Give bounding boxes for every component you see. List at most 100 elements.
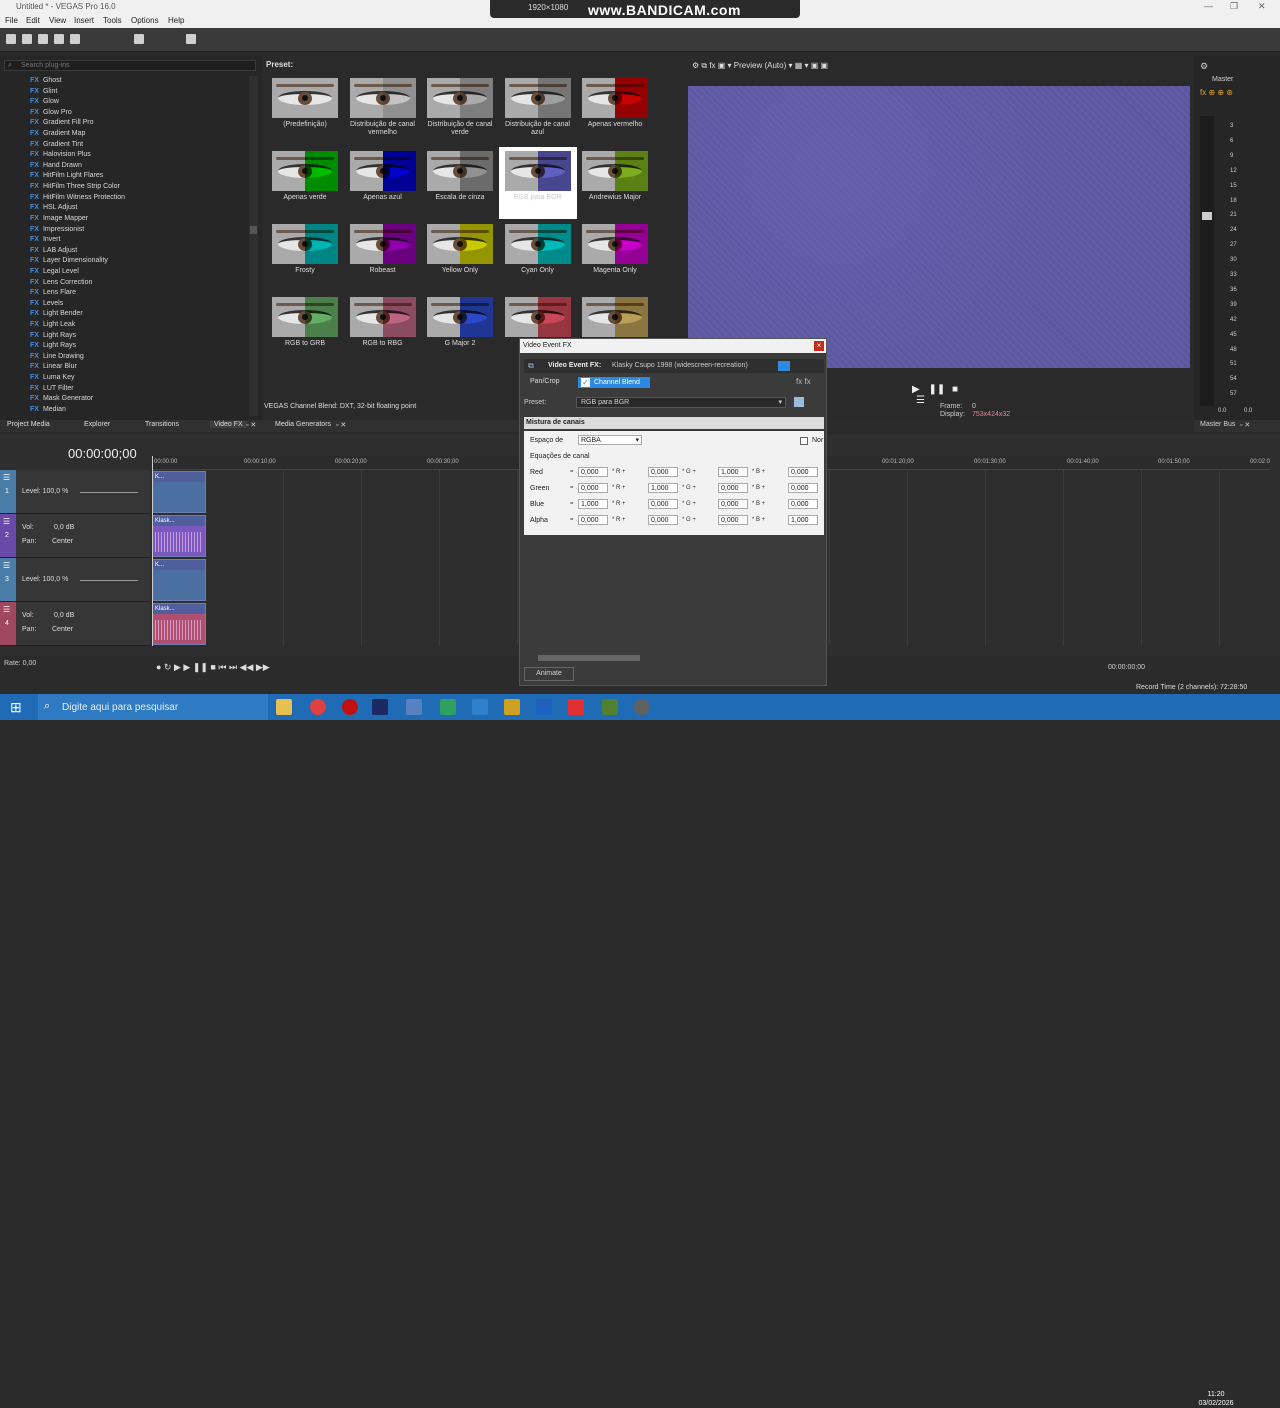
preset-thumbnail[interactable]: Apenas azul: [344, 147, 422, 219]
taskbar-search[interactable]: ⌕ Digite aqui para pesquisar: [38, 694, 268, 720]
close-icon[interactable]: ▫ ✕: [1240, 421, 1250, 429]
plugin-item[interactable]: FX Gradient Tint: [30, 140, 245, 151]
app-icon[interactable]: [536, 699, 552, 715]
record-app-icon[interactable]: [342, 699, 358, 715]
checkbox-icon[interactable]: ✓: [581, 378, 590, 387]
plugin-item[interactable]: FX Legal Level: [30, 267, 245, 278]
app-icon[interactable]: [440, 699, 456, 715]
tab-explorer[interactable]: Explorer: [84, 421, 110, 428]
preset-thumbnail[interactable]: G Major 2: [421, 293, 499, 365]
plugin-item[interactable]: FX Line Drawing: [30, 352, 245, 363]
track-header[interactable]: ☰ 3 Level: 100,0 %: [0, 558, 150, 602]
menu-icon[interactable]: ☰: [916, 395, 925, 406]
chain-pan-crop[interactable]: Pan/Crop: [530, 378, 560, 385]
plugin-item[interactable]: FX Ghost: [30, 76, 245, 87]
coefficient-input[interactable]: 0,000: [578, 483, 608, 493]
close-button[interactable]: ✕: [1258, 1, 1266, 12]
settings-icon[interactable]: [634, 699, 650, 715]
fader-handle[interactable]: [1202, 212, 1212, 220]
preset-thumbnail[interactable]: Yellow Only: [421, 220, 499, 292]
coefficient-input[interactable]: 0,000: [648, 467, 678, 477]
pause-icon[interactable]: ❚❚: [928, 384, 945, 395]
new-icon[interactable]: [6, 34, 16, 44]
app-icon[interactable]: [472, 699, 488, 715]
menu-help[interactable]: Help: [168, 16, 184, 25]
plugin-item[interactable]: FX Light Leak: [30, 320, 245, 331]
taskbar-clock[interactable]: 11:20 03/02/2026: [1198, 1390, 1234, 1408]
chain-channel-blend[interactable]: ✓ Channel Blend: [578, 377, 650, 388]
menu-edit[interactable]: Edit: [26, 16, 40, 25]
plugin-item[interactable]: FX Gradient Fill Pro: [30, 118, 245, 129]
preview-mode[interactable]: Preview (Auto): [734, 61, 786, 70]
plugin-item[interactable]: FX Halovision Plus: [30, 150, 245, 161]
preset-thumbnail[interactable]: Distribuição de canal azul: [499, 74, 577, 146]
plugin-item[interactable]: FX LAB Adjust: [30, 246, 245, 257]
coefficient-input[interactable]: 0,000: [648, 515, 678, 525]
plugin-item[interactable]: FX Glow Pro: [30, 108, 245, 119]
save-preset-icon[interactable]: [794, 397, 804, 407]
plugin-item[interactable]: FX HitFilm Light Flares: [30, 171, 245, 182]
plugin-item[interactable]: FX Lens Flare: [30, 288, 245, 299]
preset-thumbnail[interactable]: Escala de cinza: [421, 147, 499, 219]
fx-add-icon[interactable]: fx fx: [796, 377, 811, 386]
coefficient-input[interactable]: 0,000: [578, 515, 608, 525]
maximize-button[interactable]: ❐: [1230, 1, 1238, 12]
coefficient-input[interactable]: 0,000: [718, 515, 748, 525]
normalize-checkbox[interactable]: [800, 437, 808, 445]
scroll-thumb[interactable]: [250, 226, 257, 234]
close-icon[interactable]: ▫ ✕: [336, 421, 346, 429]
timeline-clip[interactable]: Klask...: [152, 515, 206, 557]
plugin-item[interactable]: FX Median: [30, 405, 245, 416]
file-explorer-icon[interactable]: [276, 699, 292, 715]
preset-thumbnail[interactable]: Apenas vermelho: [576, 74, 654, 146]
preset-thumbnail[interactable]: Frosty: [266, 220, 344, 292]
app-icon[interactable]: [504, 699, 520, 715]
stop-icon[interactable]: ■: [952, 384, 958, 395]
vegas-icon[interactable]: [372, 699, 388, 715]
plugin-item[interactable]: FX HitFilm Witness Protection: [30, 193, 245, 204]
coefficient-input[interactable]: 0,000: [788, 483, 818, 493]
preset-thumbnail[interactable]: Andrewius Major: [576, 147, 654, 219]
tab-media-generators[interactable]: Media Generators: [275, 421, 331, 428]
menu-view[interactable]: View: [49, 16, 66, 25]
plugin-item[interactable]: FX HSL Adjust: [30, 203, 245, 214]
plugin-item[interactable]: FX Invert: [30, 235, 245, 246]
menu-options[interactable]: Options: [131, 16, 159, 25]
coefficient-input[interactable]: 0,000: [718, 499, 748, 509]
plugin-item[interactable]: FX Gradient Map: [30, 129, 245, 140]
play-icon[interactable]: ▶: [912, 384, 920, 395]
plugin-item[interactable]: FX Hand Drawn: [30, 161, 245, 172]
save-as-icon[interactable]: [54, 34, 64, 44]
space-select[interactable]: RGBA ▾: [578, 435, 642, 445]
coefficient-input[interactable]: 0,000: [648, 499, 678, 509]
undo-icon[interactable]: [134, 34, 144, 44]
chrome-icon[interactable]: [310, 699, 326, 715]
coefficient-input[interactable]: 0,000: [788, 499, 818, 509]
plugin-item[interactable]: FX Glow: [30, 97, 245, 108]
plugin-scrollbar[interactable]: [249, 76, 258, 416]
menu-icon[interactable]: ☰: [3, 605, 10, 614]
preset-thumbnail[interactable]: (Predefinição): [266, 74, 344, 146]
timeline-clip[interactable]: K...: [152, 559, 206, 601]
app-icon[interactable]: [406, 699, 422, 715]
preset-thumbnail[interactable]: Apenas verde: [266, 147, 344, 219]
save-icon[interactable]: [38, 34, 48, 44]
open-icon[interactable]: [22, 34, 32, 44]
tab-video-fx[interactable]: Video FX: [210, 421, 247, 428]
playhead[interactable]: [152, 456, 153, 646]
menu-icon[interactable]: ☰: [3, 473, 10, 482]
menu-icon[interactable]: ☰: [3, 561, 10, 570]
track-header[interactable]: ☰ 4 Vol: 0,0 dB Pan: Center: [0, 602, 150, 646]
plugin-item[interactable]: FX Luma Key: [30, 373, 245, 384]
preset-select[interactable]: RGB para BGR ▾: [576, 397, 786, 408]
timeline-clip[interactable]: K...: [152, 471, 206, 513]
preset-thumbnail[interactable]: Cyan Only: [499, 220, 577, 292]
preset-thumbnail[interactable]: RGB para BGR: [498, 147, 577, 219]
level-slider[interactable]: [80, 492, 138, 493]
plugin-item[interactable]: FX LUT Filter: [30, 384, 245, 395]
menu-insert[interactable]: Insert: [74, 16, 94, 25]
animate-button[interactable]: Animate: [524, 667, 574, 681]
whats-this-icon[interactable]: [186, 34, 196, 44]
plugin-item[interactable]: FX Lens Correction: [30, 278, 245, 289]
menu-tools[interactable]: Tools: [103, 16, 122, 25]
